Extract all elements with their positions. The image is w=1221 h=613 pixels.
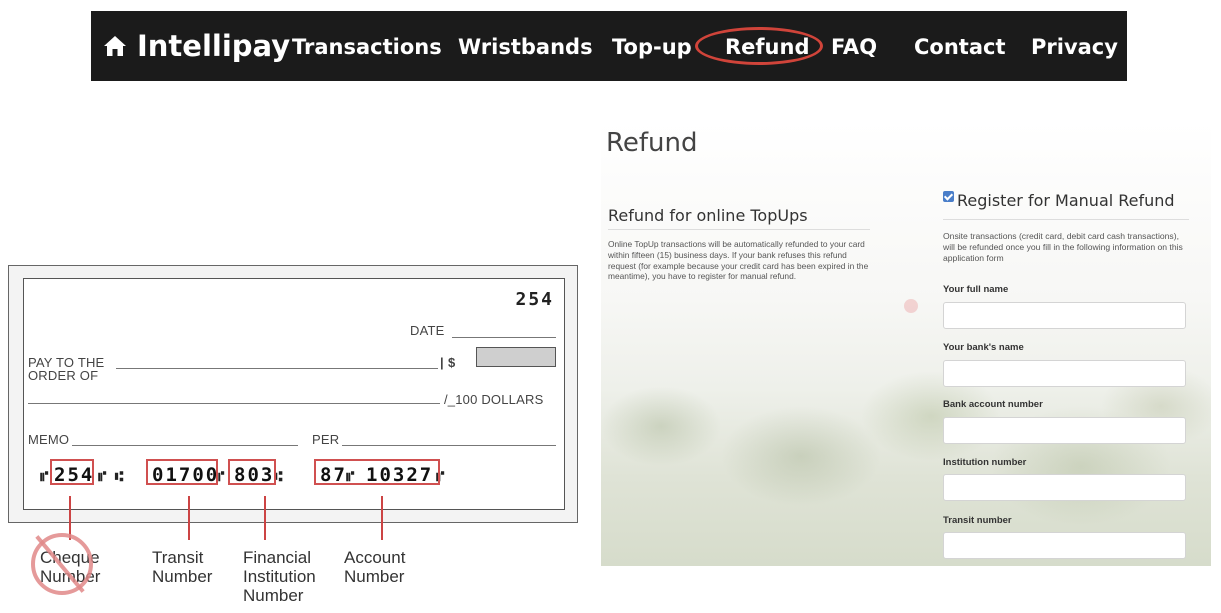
transit-number-input[interactable]	[943, 532, 1186, 559]
bank-name-label: Your bank's name	[943, 342, 1024, 353]
transit-leader	[188, 496, 190, 540]
nav-transactions[interactable]: Transactions	[292, 11, 442, 81]
cheque: 254 DATE PAY TO THE ORDER OF | $ /_100 D…	[23, 278, 565, 510]
home-icon	[104, 36, 126, 56]
institution-caption: Financial Institution Number	[243, 548, 316, 605]
brand-name: Intellipay	[137, 29, 291, 63]
date-label: DATE	[410, 323, 445, 338]
date-line	[452, 337, 556, 338]
manual-refund-heading: Register for Manual Refund	[943, 191, 1175, 210]
cheque-diagram: 254 DATE PAY TO THE ORDER OF | $ /_100 D…	[8, 265, 578, 525]
manual-refund-label: Register for Manual Refund	[957, 191, 1175, 210]
online-divider	[608, 229, 870, 230]
nav-top-up[interactable]: Top-up	[612, 11, 692, 81]
signature-line	[342, 445, 556, 446]
payee-line	[116, 368, 438, 369]
online-refund-heading: Refund for online TopUps	[608, 206, 808, 225]
top-navbar: Intellipay Transactions Wristbands Top-u…	[91, 11, 1127, 81]
transit-caption: Transit Number	[152, 548, 213, 586]
dollar-sign: $	[448, 355, 456, 370]
institution-leader	[264, 496, 266, 540]
nav-privacy[interactable]: Privacy	[1031, 11, 1118, 81]
bank-account-input[interactable]	[943, 417, 1186, 444]
full-name-label: Your full name	[943, 284, 1009, 295]
manual-refund-text: Onsite transactions (credit card, debit …	[943, 231, 1183, 263]
transit-number-label: Transit number	[943, 515, 1012, 526]
amount-box	[476, 347, 556, 367]
decorative-dot	[904, 299, 918, 313]
nav-contact[interactable]: Contact	[914, 11, 1006, 81]
micr-symbol-2: ⑈ ⑆	[98, 469, 124, 485]
institution-box	[228, 459, 276, 485]
nav-wristbands[interactable]: Wristbands	[458, 11, 593, 81]
memo-line	[72, 445, 298, 446]
refund-page-panel: Refund Refund for online TopUps Online T…	[601, 122, 1211, 566]
memo-label: MEMO	[28, 432, 70, 447]
online-refund-text: Online TopUp transactions will be automa…	[608, 239, 869, 282]
transit-box	[146, 459, 218, 485]
manual-divider	[943, 219, 1189, 220]
order-of-label: ORDER OF	[28, 368, 99, 383]
account-caption: Account Number	[344, 548, 406, 586]
full-name-input[interactable]	[943, 302, 1186, 329]
brand-link[interactable]: Intellipay	[101, 11, 290, 81]
account-box	[314, 459, 440, 485]
separator-bar: |	[440, 355, 444, 370]
nav-faq[interactable]: FAQ	[831, 11, 877, 81]
dollars-label: /_100 DOLLARS	[444, 392, 544, 407]
micr-symbol-1: ⑈	[40, 469, 49, 485]
bank-account-label: Bank account number	[943, 399, 1043, 410]
amount-words-line	[28, 403, 440, 404]
cheque-number: 254	[515, 289, 554, 310]
account-leader	[381, 496, 383, 540]
cheque-number-box	[50, 459, 94, 485]
institution-number-label: Institution number	[943, 457, 1027, 468]
manual-refund-checkbox[interactable]	[943, 191, 954, 202]
page-title: Refund	[606, 128, 698, 158]
bank-name-input[interactable]	[943, 360, 1186, 387]
institution-number-input[interactable]	[943, 474, 1186, 501]
per-label: PER	[312, 432, 340, 447]
cheque-frame: 254 DATE PAY TO THE ORDER OF | $ /_100 D…	[8, 265, 578, 523]
nav-refund[interactable]: Refund	[725, 11, 809, 81]
